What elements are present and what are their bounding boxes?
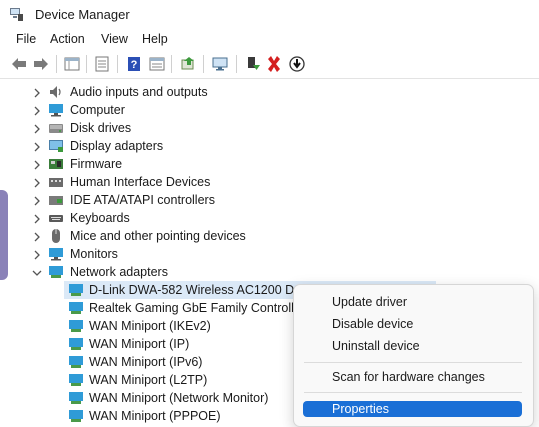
keyboard-icon <box>48 210 64 226</box>
context-menu: Update driver Disable device Uninstall d… <box>293 284 534 427</box>
menu-disable-device[interactable]: Disable device <box>332 317 413 331</box>
back-icon[interactable] <box>10 55 28 73</box>
menu-separator <box>304 362 522 363</box>
menu-uninstall-device[interactable]: Uninstall device <box>332 339 420 353</box>
tree-item-label: Display adapters <box>70 139 164 153</box>
toolbar-separator <box>56 55 57 73</box>
monitor-icon[interactable] <box>211 55 229 73</box>
chevron-right-icon[interactable] <box>32 123 42 134</box>
window-title: Device Manager <box>35 7 130 22</box>
tree-item-label: Monitors <box>70 247 118 261</box>
tree-item-label: Mice and other pointing devices <box>70 229 246 243</box>
menu-view[interactable]: View <box>101 32 128 46</box>
tree-item-display-adapters[interactable]: Display adapters <box>0 137 539 155</box>
chevron-right-icon[interactable] <box>32 213 42 224</box>
network-adapter-icon <box>68 354 84 370</box>
network-adapter-icon <box>68 390 84 406</box>
scan-icon[interactable] <box>93 55 111 73</box>
tree-item-keyboards[interactable]: Keyboards <box>0 209 539 227</box>
device-label: WAN Miniport (L2TP) <box>89 373 208 387</box>
mouse-icon <box>48 228 64 244</box>
menu-separator <box>304 392 522 393</box>
chevron-right-icon[interactable] <box>32 249 42 260</box>
forward-icon[interactable] <box>32 55 50 73</box>
device-label: WAN Miniport (IKEv2) <box>89 319 211 333</box>
device-label: WAN Miniport (PPPOE) <box>89 409 221 423</box>
help-icon[interactable]: ? <box>125 55 143 73</box>
tree-item-label: IDE ATA/ATAPI controllers <box>70 193 215 207</box>
tree-item-mice[interactable]: Mice and other pointing devices <box>0 227 539 245</box>
device-manager-icon <box>8 6 24 22</box>
tree-item-firmware[interactable]: Firmware <box>0 155 539 173</box>
chevron-right-icon[interactable] <box>32 105 42 116</box>
chevron-right-icon[interactable] <box>32 195 42 206</box>
computer-icon <box>48 102 64 118</box>
toolbar-separator <box>86 55 87 73</box>
network-adapter-icon <box>68 336 84 352</box>
download-icon[interactable] <box>288 55 306 73</box>
tree-item-network-adapters[interactable]: Network adapters <box>0 263 539 281</box>
network-adapter-icon <box>68 282 84 298</box>
chevron-right-icon[interactable] <box>32 159 42 170</box>
view-icon[interactable] <box>148 55 166 73</box>
tree-item-ide[interactable]: IDE ATA/ATAPI controllers <box>0 191 539 209</box>
menu-bar: File Action View Help <box>0 28 539 50</box>
toolbar: ? <box>0 50 539 79</box>
toolbar-separator <box>236 55 237 73</box>
update-driver-icon[interactable] <box>179 55 197 73</box>
device-label: Realtek Gaming GbE Family Controller <box>89 301 306 315</box>
chevron-down-icon[interactable] <box>32 267 42 277</box>
network-adapter-icon <box>68 318 84 334</box>
enable-device-icon[interactable] <box>244 55 262 73</box>
tree-item-disk-drives[interactable]: Disk drives <box>0 119 539 137</box>
disk-icon <box>48 120 64 136</box>
device-label: WAN Miniport (IP) <box>89 337 190 351</box>
device-label: WAN Miniport (Network Monitor) <box>89 391 269 405</box>
firmware-icon <box>48 156 64 172</box>
tree-item-audio[interactable]: Audio inputs and outputs <box>0 83 539 101</box>
tree-item-label: Computer <box>70 103 125 117</box>
toolbar-separator <box>171 55 172 73</box>
chevron-right-icon[interactable] <box>32 177 42 188</box>
tree-item-label: Disk drives <box>70 121 132 135</box>
menu-file[interactable]: File <box>16 32 36 46</box>
tree-item-monitors[interactable]: Monitors <box>0 245 539 263</box>
svg-text:?: ? <box>131 59 138 71</box>
hid-icon <box>48 174 64 190</box>
menu-help[interactable]: Help <box>142 32 168 46</box>
tree-item-label: Firmware <box>70 157 123 171</box>
menu-action[interactable]: Action <box>50 32 85 46</box>
menu-update-driver[interactable]: Update driver <box>332 295 407 309</box>
tree-item-label: Keyboards <box>70 211 130 225</box>
remove-icon[interactable] <box>265 55 283 73</box>
tree-item-hid[interactable]: Human Interface Devices <box>0 173 539 191</box>
tree-item-label: Human Interface Devices <box>70 175 211 189</box>
tree-item-label: Audio inputs and outputs <box>70 85 208 99</box>
network-adapter-icon <box>68 372 84 388</box>
network-icon <box>48 264 64 280</box>
chevron-right-icon[interactable] <box>32 87 42 98</box>
toolbar-separator <box>203 55 204 73</box>
properties-view-icon[interactable] <box>63 55 81 73</box>
title-bar: Device Manager <box>0 0 539 28</box>
tree-item-label: Network adapters <box>70 265 168 279</box>
ide-icon <box>48 192 64 208</box>
device-label: WAN Miniport (IPv6) <box>89 355 203 369</box>
menu-scan-hardware[interactable]: Scan for hardware changes <box>332 370 485 384</box>
display-icon <box>48 138 64 154</box>
chevron-right-icon[interactable] <box>32 141 42 152</box>
audio-icon <box>48 84 64 100</box>
toolbar-separator <box>117 55 118 73</box>
monitor-icon <box>48 246 64 262</box>
network-adapter-icon <box>68 408 84 424</box>
network-adapter-icon <box>68 300 84 316</box>
chevron-right-icon[interactable] <box>32 231 42 242</box>
menu-properties[interactable]: Properties <box>332 402 389 416</box>
tree-item-computer[interactable]: Computer <box>0 101 539 119</box>
